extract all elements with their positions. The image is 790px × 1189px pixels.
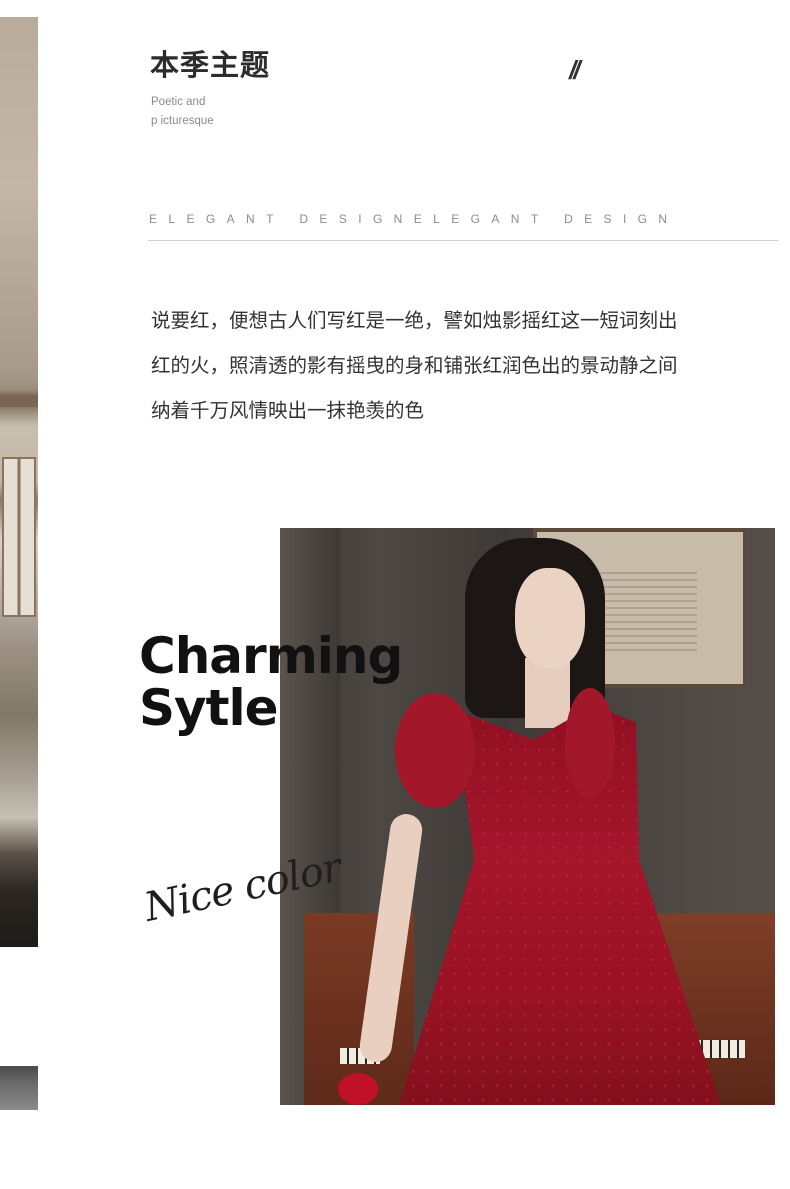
photo-window: [2, 457, 36, 617]
charming-style-headline: Charming Sytle: [139, 627, 403, 737]
headline-line-1: Charming: [139, 627, 403, 685]
divider-line: [148, 240, 778, 241]
headline-line-2: Sytle: [139, 679, 279, 737]
poem-line-3: 纳着千万风情映出一抹艳羡的色: [151, 399, 425, 422]
photo-rose-bouquet: [338, 1073, 378, 1105]
subtitle-line-1: Poetic and: [151, 96, 206, 108]
subtitle-line-2: p icturesque: [151, 115, 214, 127]
photo-dress-sleeve-right: [565, 688, 615, 798]
poem-line-2: 红的火，照清透的影有摇曳的身和铺张红润色出的景动静之间: [151, 354, 678, 377]
left-edge-photo-strip-bottom: [0, 1066, 38, 1110]
poem-paragraph: 说要红，便想古人们写红是一绝，譬如烛影摇红这一短词刻出 红的火，照清透的影有摇曳…: [151, 298, 731, 433]
left-edge-photo-strip: [0, 17, 38, 947]
elegant-design-divider-text: ELEGANT DESIGNELEGANT DESIGN: [149, 212, 679, 226]
page-title: 本季主题: [150, 48, 271, 82]
photo-detail: [0, 395, 38, 407]
poem-line-1: 说要红，便想古人们写红是一绝，譬如烛影摇红这一短词刻出: [151, 309, 678, 332]
decorative-slashes: //: [569, 55, 581, 85]
photo-model-neck: [525, 658, 570, 728]
page-subtitle: Poetic and p icturesque: [151, 93, 251, 131]
photo-model-face: [515, 568, 585, 668]
model-photo: [280, 528, 775, 1105]
photo-dress-sleeve-left: [395, 693, 475, 808]
